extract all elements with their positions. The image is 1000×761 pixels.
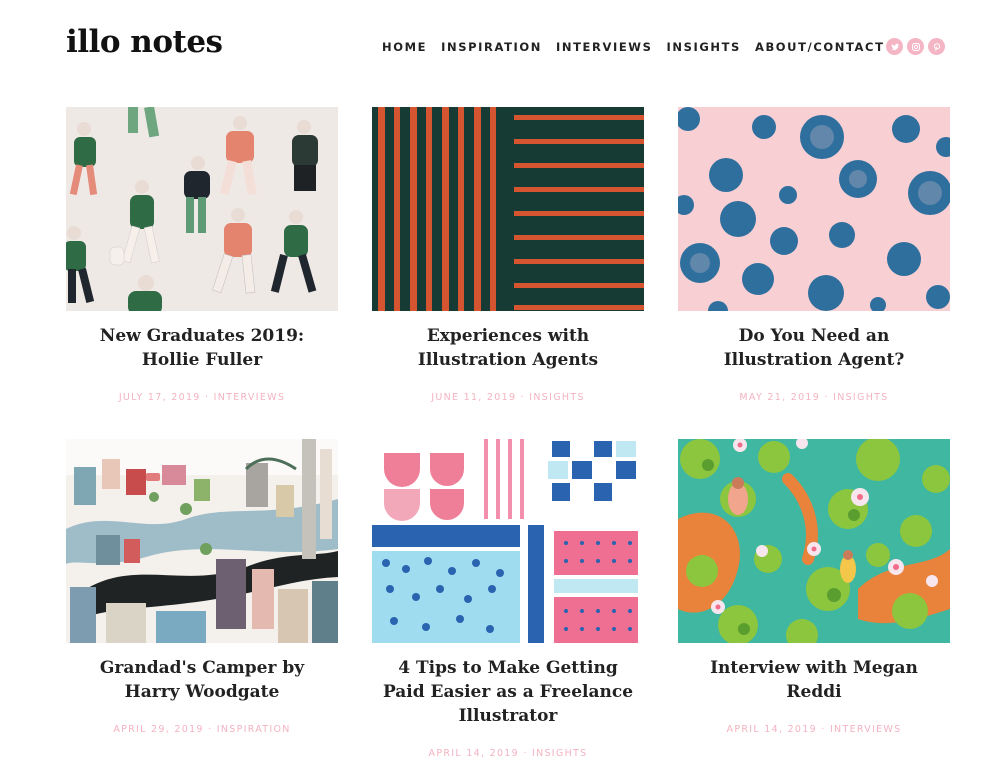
- meta-separator: ·: [204, 392, 210, 403]
- post-title[interactable]: Interview with Megan Reddi: [678, 656, 950, 704]
- meta-separator: ·: [821, 724, 826, 735]
- nav-about-contact[interactable]: ABOUT/CONTACT: [755, 40, 885, 54]
- post-thumbnail-lilypads[interactable]: [678, 439, 950, 643]
- post-meta: JUNE 11, 2019 · INSIGHTS: [372, 392, 644, 403]
- post-card: Interview with Megan Reddi APRIL 14, 201…: [678, 439, 950, 735]
- post-thumbnail-people[interactable]: [66, 107, 338, 311]
- meta-separator: ·: [824, 392, 829, 403]
- post-meta: JULY 17, 2019 · INTERVIEWS: [66, 392, 338, 403]
- post-card: Do You Need an Illustration Agent? MAY 2…: [678, 107, 950, 403]
- main-nav: HOME INSPIRATION INTERVIEWS INSIGHTS ABO…: [382, 40, 885, 54]
- pinterest-icon[interactable]: [928, 38, 945, 55]
- post-meta: APRIL 29, 2019 · INSPIRATION: [66, 724, 338, 735]
- post-thumbnail-city[interactable]: [66, 439, 338, 643]
- twitter-icon[interactable]: [886, 38, 903, 55]
- nav-interviews[interactable]: INTERVIEWS: [556, 40, 652, 54]
- nav-insights[interactable]: INSIGHTS: [666, 40, 740, 54]
- post-date: JUNE 11, 2019: [431, 392, 517, 403]
- post-card: 4 Tips to Make Getting Paid Easier as a …: [372, 439, 644, 759]
- instagram-icon[interactable]: [907, 38, 924, 55]
- post-meta: MAY 21, 2019 · INSIGHTS: [678, 392, 950, 403]
- post-date: JULY 17, 2019: [118, 392, 201, 403]
- meta-separator: ·: [208, 724, 213, 735]
- post-category[interactable]: INSIGHTS: [529, 392, 584, 403]
- post-meta: APRIL 14, 2019 · INTERVIEWS: [678, 724, 950, 735]
- post-date: APRIL 14, 2019: [726, 724, 817, 735]
- post-category[interactable]: INSPIRATION: [217, 724, 291, 735]
- post-thumbnail-dots[interactable]: [678, 107, 950, 311]
- post-title[interactable]: Experiences with Illustration Agents: [372, 324, 644, 372]
- post-date: APRIL 14, 2019: [428, 748, 519, 759]
- post-card: New Graduates 2019: Hollie Fuller JULY 1…: [66, 107, 338, 403]
- post-title[interactable]: Grandad's Camper by Harry Woodgate: [66, 656, 338, 704]
- nav-home[interactable]: HOME: [382, 40, 427, 54]
- post-thumbnail-stripes[interactable]: [372, 107, 644, 311]
- post-category[interactable]: INSIGHTS: [532, 748, 587, 759]
- post-card: Grandad's Camper by Harry Woodgate APRIL…: [66, 439, 338, 735]
- post-title[interactable]: Do You Need an Illustration Agent?: [678, 324, 950, 372]
- post-title[interactable]: New Graduates 2019: Hollie Fuller: [66, 324, 338, 372]
- post-card: Experiences with Illustration Agents JUN…: [372, 107, 644, 403]
- meta-separator: ·: [520, 392, 525, 403]
- post-category[interactable]: INSIGHTS: [833, 392, 888, 403]
- site-logo[interactable]: illo notes: [66, 24, 223, 60]
- post-category[interactable]: INTERVIEWS: [830, 724, 902, 735]
- post-category[interactable]: INTERVIEWS: [214, 392, 286, 403]
- meta-separator: ·: [523, 748, 528, 759]
- post-thumbnail-shapes[interactable]: [372, 439, 644, 643]
- nav-inspiration[interactable]: INSPIRATION: [441, 40, 542, 54]
- post-date: MAY 21, 2019: [739, 392, 821, 403]
- social-links: [886, 38, 945, 55]
- post-title[interactable]: 4 Tips to Make Getting Paid Easier as a …: [372, 656, 644, 728]
- post-meta: APRIL 14, 2019 · INSIGHTS: [372, 748, 644, 759]
- post-date: APRIL 29, 2019: [113, 724, 204, 735]
